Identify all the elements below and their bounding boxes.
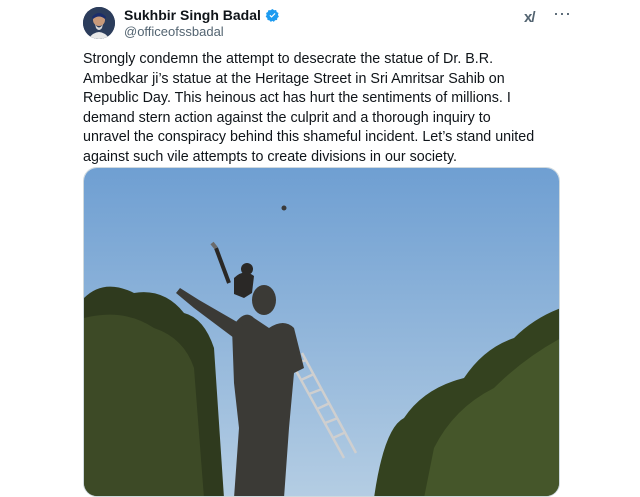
author-handle[interactable]: @officeofssbadal bbox=[124, 24, 224, 39]
author-name[interactable]: Sukhbir Singh Badal bbox=[124, 7, 261, 23]
more-options-icon[interactable]: ⋯ bbox=[553, 4, 571, 25]
tweet-media-image[interactable] bbox=[83, 167, 560, 497]
verified-badge-icon bbox=[265, 8, 280, 23]
tweet-text: Strongly condemn the attempt to desecrat… bbox=[83, 51, 535, 165]
author-name-row: Sukhbir Singh Badal bbox=[124, 7, 280, 23]
author-avatar[interactable] bbox=[83, 7, 115, 39]
tweet-card: Sukhbir Singh Badal @officeofssbadal x/ … bbox=[0, 0, 640, 497]
grok-icon[interactable]: x/ bbox=[524, 9, 535, 26]
